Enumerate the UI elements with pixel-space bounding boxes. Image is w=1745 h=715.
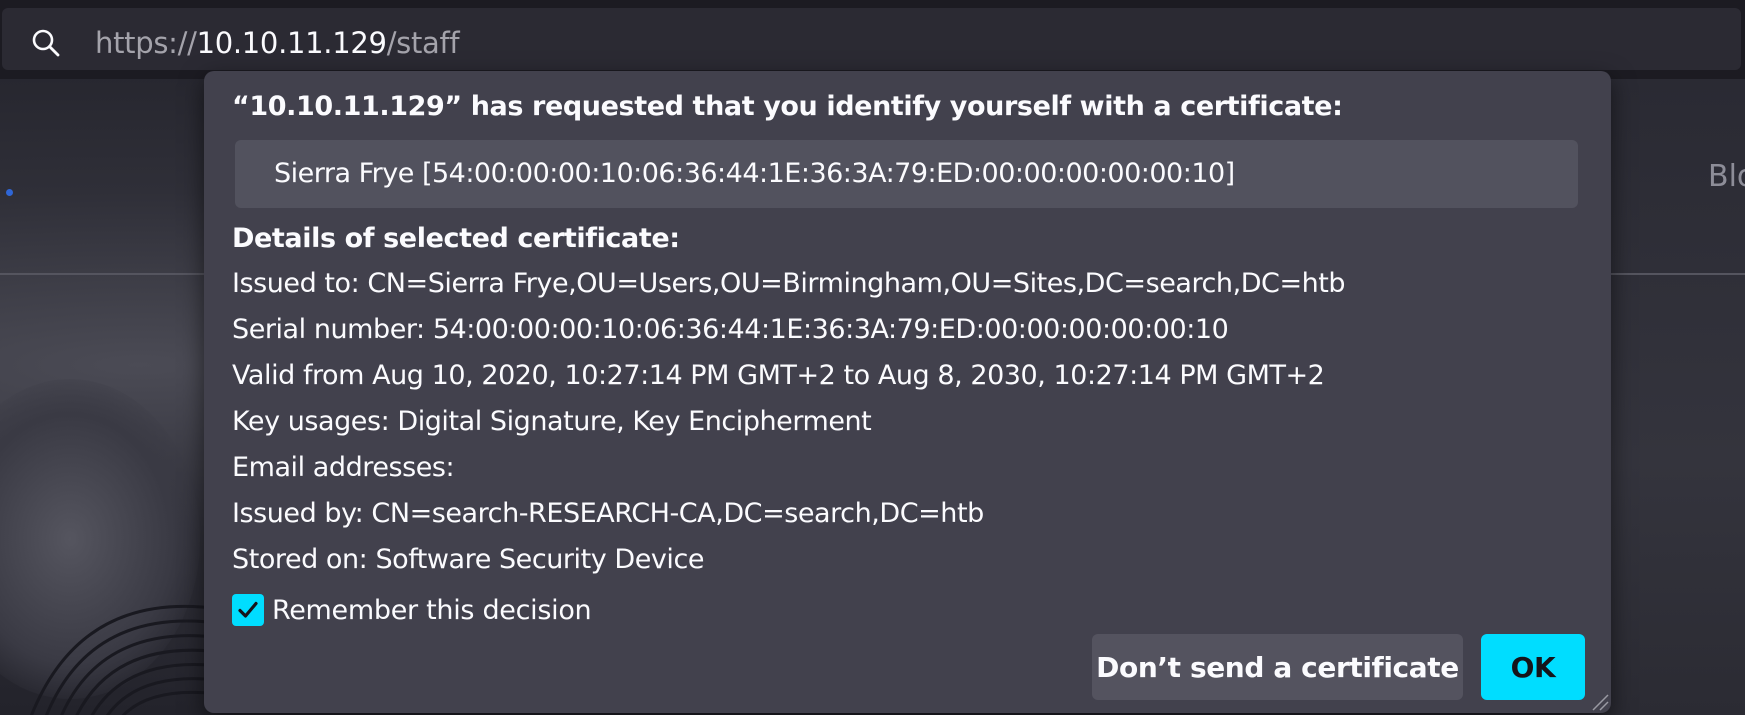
address-bar[interactable]: https://10.10.11.129/staff	[2, 8, 1741, 70]
resize-grip-icon[interactable]	[1589, 691, 1609, 711]
certificate-select-value: Sierra Frye [54:00:00:00:10:06:36:44:1E:…	[274, 158, 1235, 189]
checkmark-icon	[238, 601, 258, 618]
detail-serial-number: Serial number: 54:00:00:00:10:06:36:44:1…	[232, 314, 1229, 345]
ok-button[interactable]: OK	[1481, 634, 1585, 700]
detail-stored-on: Stored on: Software Security Device	[232, 544, 705, 575]
detail-validity: Valid from Aug 10, 2020, 10:27:14 PM GMT…	[232, 360, 1325, 391]
dialog-title: “10.10.11.129” has requested that you id…	[232, 91, 1343, 122]
nav-item-blog[interactable]: Blo	[1708, 159, 1745, 194]
nav-indicator-dot	[6, 189, 13, 196]
detail-email-addresses: Email addresses:	[232, 452, 455, 483]
url-text[interactable]: https://10.10.11.129/staff	[95, 26, 460, 60]
url-path: /staff	[386, 26, 460, 60]
details-heading: Details of selected certificate:	[232, 223, 680, 254]
remember-checkbox[interactable]	[232, 594, 264, 626]
detail-key-usages: Key usages: Digital Signature, Key Encip…	[232, 406, 872, 437]
detail-issued-by: Issued by: CN=search-RESEARCH-CA,DC=sear…	[232, 498, 984, 529]
detail-issued-to: Issued to: CN=Sierra Frye,OU=Users,OU=Bi…	[232, 268, 1346, 299]
url-host: 10.10.11.129	[196, 26, 387, 60]
certificate-request-dialog: “10.10.11.129” has requested that you id…	[204, 71, 1611, 713]
remember-decision-option[interactable]: Remember this decision	[232, 593, 592, 627]
remember-label[interactable]: Remember this decision	[272, 595, 592, 626]
dont-send-certificate-button[interactable]: Don’t send a certificate	[1092, 634, 1463, 700]
search-icon	[32, 29, 60, 57]
browser-toolbar: https://10.10.11.129/staff	[0, 0, 1745, 79]
certificate-select[interactable]: Sierra Frye [54:00:00:00:10:06:36:44:1E:…	[235, 140, 1578, 208]
url-scheme: https://	[95, 26, 197, 60]
